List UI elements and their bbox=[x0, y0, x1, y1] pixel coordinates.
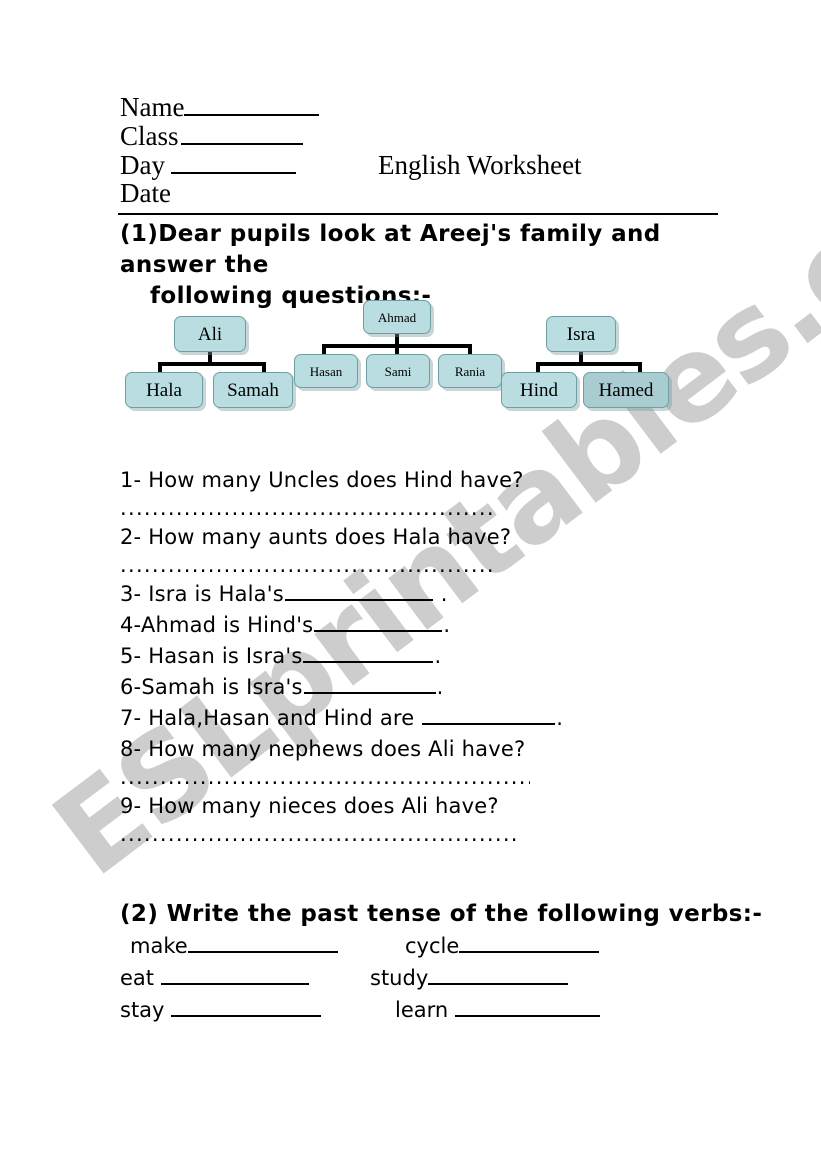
question-5-text-after: . bbox=[434, 644, 442, 668]
verb-item-study: study bbox=[370, 962, 569, 994]
section2: (2) Write the past tense of the followin… bbox=[120, 898, 763, 1026]
verb-item-learn: learn bbox=[395, 994, 600, 1026]
question-6-text-after: . bbox=[436, 675, 444, 699]
question-6: 6-Samah is Isra's. bbox=[120, 672, 720, 703]
verb-blank-cycle[interactable] bbox=[459, 932, 600, 953]
question-6-text-before: 6-Samah is Isra's bbox=[120, 675, 303, 699]
day-label: Day bbox=[120, 150, 165, 180]
dotted-rule: ........................................… bbox=[120, 553, 492, 577]
verb-item-make: make bbox=[130, 930, 338, 962]
question-1-answer-line[interactable]: ........................................… bbox=[120, 496, 720, 522]
date-field-row: Date bbox=[120, 179, 716, 208]
verb-label-make: make bbox=[130, 934, 188, 958]
question-2-text: 2- How many aunts does Hala have? bbox=[120, 525, 512, 549]
verb-item-eat: eat bbox=[120, 962, 309, 994]
question-3: 3- Isra is Hala's . bbox=[120, 579, 720, 610]
header-divider bbox=[118, 213, 718, 215]
verb-blank-make[interactable] bbox=[187, 932, 338, 953]
name-field-row: Name bbox=[120, 92, 716, 122]
question-2: 2- How many aunts does Hala have? bbox=[120, 522, 720, 553]
date-label: Date bbox=[120, 178, 171, 208]
family-node-rania: Rania bbox=[438, 354, 502, 388]
question-9-text: 9- How many nieces does Ali have? bbox=[120, 794, 499, 818]
class-label: Class bbox=[120, 121, 179, 151]
verb-row-2: eat study bbox=[120, 962, 720, 994]
name-label: Name bbox=[120, 92, 185, 122]
connector-isra-bar bbox=[536, 362, 642, 366]
verb-label-stay: stay bbox=[120, 998, 172, 1022]
question-9-answer-line[interactable]: ........................................… bbox=[120, 822, 720, 848]
question-5: 5- Hasan is Isra's. bbox=[120, 641, 720, 672]
verb-label-study: study bbox=[370, 966, 429, 990]
day-blank[interactable] bbox=[170, 150, 296, 174]
name-blank[interactable] bbox=[184, 92, 320, 116]
family-tree-diagram: Ali Hala Samah Ahmad Hasan Sami Rania Is… bbox=[118, 288, 698, 418]
question-5-text-before: 5- Hasan is Isra's bbox=[120, 644, 303, 668]
class-blank[interactable] bbox=[180, 121, 303, 145]
worksheet-title: English Worksheet bbox=[378, 150, 582, 180]
question-4-text-after: . bbox=[443, 613, 451, 637]
class-field-row: Class bbox=[120, 121, 716, 151]
question-6-blank[interactable] bbox=[303, 673, 436, 694]
section1-instruction-line1: (1)Dear pupils look at Areej's family an… bbox=[120, 221, 661, 278]
family-node-sami: Sami bbox=[366, 354, 430, 388]
question-8-text: 8- How many nephews does Ali have? bbox=[120, 737, 526, 761]
worksheet-page: Name Class Day Date English Worksheet (1… bbox=[0, 0, 821, 1169]
question-7-text-before: 7- Hala,Hasan and Hind are bbox=[120, 706, 422, 730]
question-4-blank[interactable] bbox=[314, 611, 443, 632]
connector-ali-bar bbox=[158, 362, 266, 366]
verb-item-stay: stay bbox=[120, 994, 322, 1026]
family-node-hamed: Hamed bbox=[583, 372, 669, 408]
question-4-text-before: 4-Ahmad is Hind's bbox=[120, 613, 314, 637]
family-node-hasan: Hasan bbox=[294, 354, 358, 388]
question-1: 1- How many Uncles does Hind have? bbox=[120, 465, 720, 496]
verb-label-cycle: cycle bbox=[405, 934, 460, 958]
question-7: 7- Hala,Hasan and Hind are . bbox=[120, 703, 720, 734]
family-node-hala: Hala bbox=[125, 372, 203, 408]
question-9: 9- How many nieces does Ali have? bbox=[120, 791, 720, 822]
question-7-text-after: . bbox=[556, 706, 564, 730]
family-node-hind: Hind bbox=[501, 372, 577, 408]
family-node-ahmad: Ahmad bbox=[363, 300, 431, 334]
question-8: 8- How many nephews does Ali have? bbox=[120, 734, 720, 765]
dotted-rule: ........................................… bbox=[120, 765, 530, 789]
question-2-answer-line[interactable]: ........................................… bbox=[120, 553, 720, 579]
student-info-header: Name Class Day Date English Worksheet bbox=[120, 92, 716, 208]
section1-question-list: 1- How many Uncles does Hind have? .....… bbox=[120, 465, 720, 848]
verb-row-3: stay learn bbox=[120, 994, 720, 1026]
verb-label-eat: eat bbox=[120, 966, 161, 990]
question-3-text-after: . bbox=[433, 582, 448, 606]
question-3-text-before: 3- Isra is Hala's bbox=[120, 582, 284, 606]
question-8-answer-line[interactable]: ........................................… bbox=[120, 765, 720, 791]
family-node-isra: Isra bbox=[546, 316, 616, 352]
section2-title: (2) Write the past tense of the followin… bbox=[120, 901, 763, 927]
family-node-samah: Samah bbox=[213, 372, 293, 408]
verb-label-learn: learn bbox=[395, 998, 455, 1022]
question-4: 4-Ahmad is Hind's. bbox=[120, 610, 720, 641]
family-node-ali: Ali bbox=[174, 316, 246, 352]
question-1-text: 1- How many Uncles does Hind have? bbox=[120, 468, 524, 492]
verb-blank-stay[interactable] bbox=[171, 996, 322, 1017]
question-7-blank[interactable] bbox=[422, 704, 556, 725]
verb-blank-eat[interactable] bbox=[160, 964, 309, 985]
dotted-rule: ........................................… bbox=[120, 496, 492, 520]
dotted-rule: ........................................… bbox=[120, 822, 520, 846]
question-5-blank[interactable] bbox=[303, 642, 434, 663]
verb-row-1: make cycle bbox=[120, 930, 720, 962]
verb-blank-study[interactable] bbox=[428, 964, 569, 985]
verb-blank-learn[interactable] bbox=[454, 996, 600, 1017]
verb-item-cycle: cycle bbox=[405, 930, 600, 962]
question-3-blank[interactable] bbox=[284, 580, 433, 601]
